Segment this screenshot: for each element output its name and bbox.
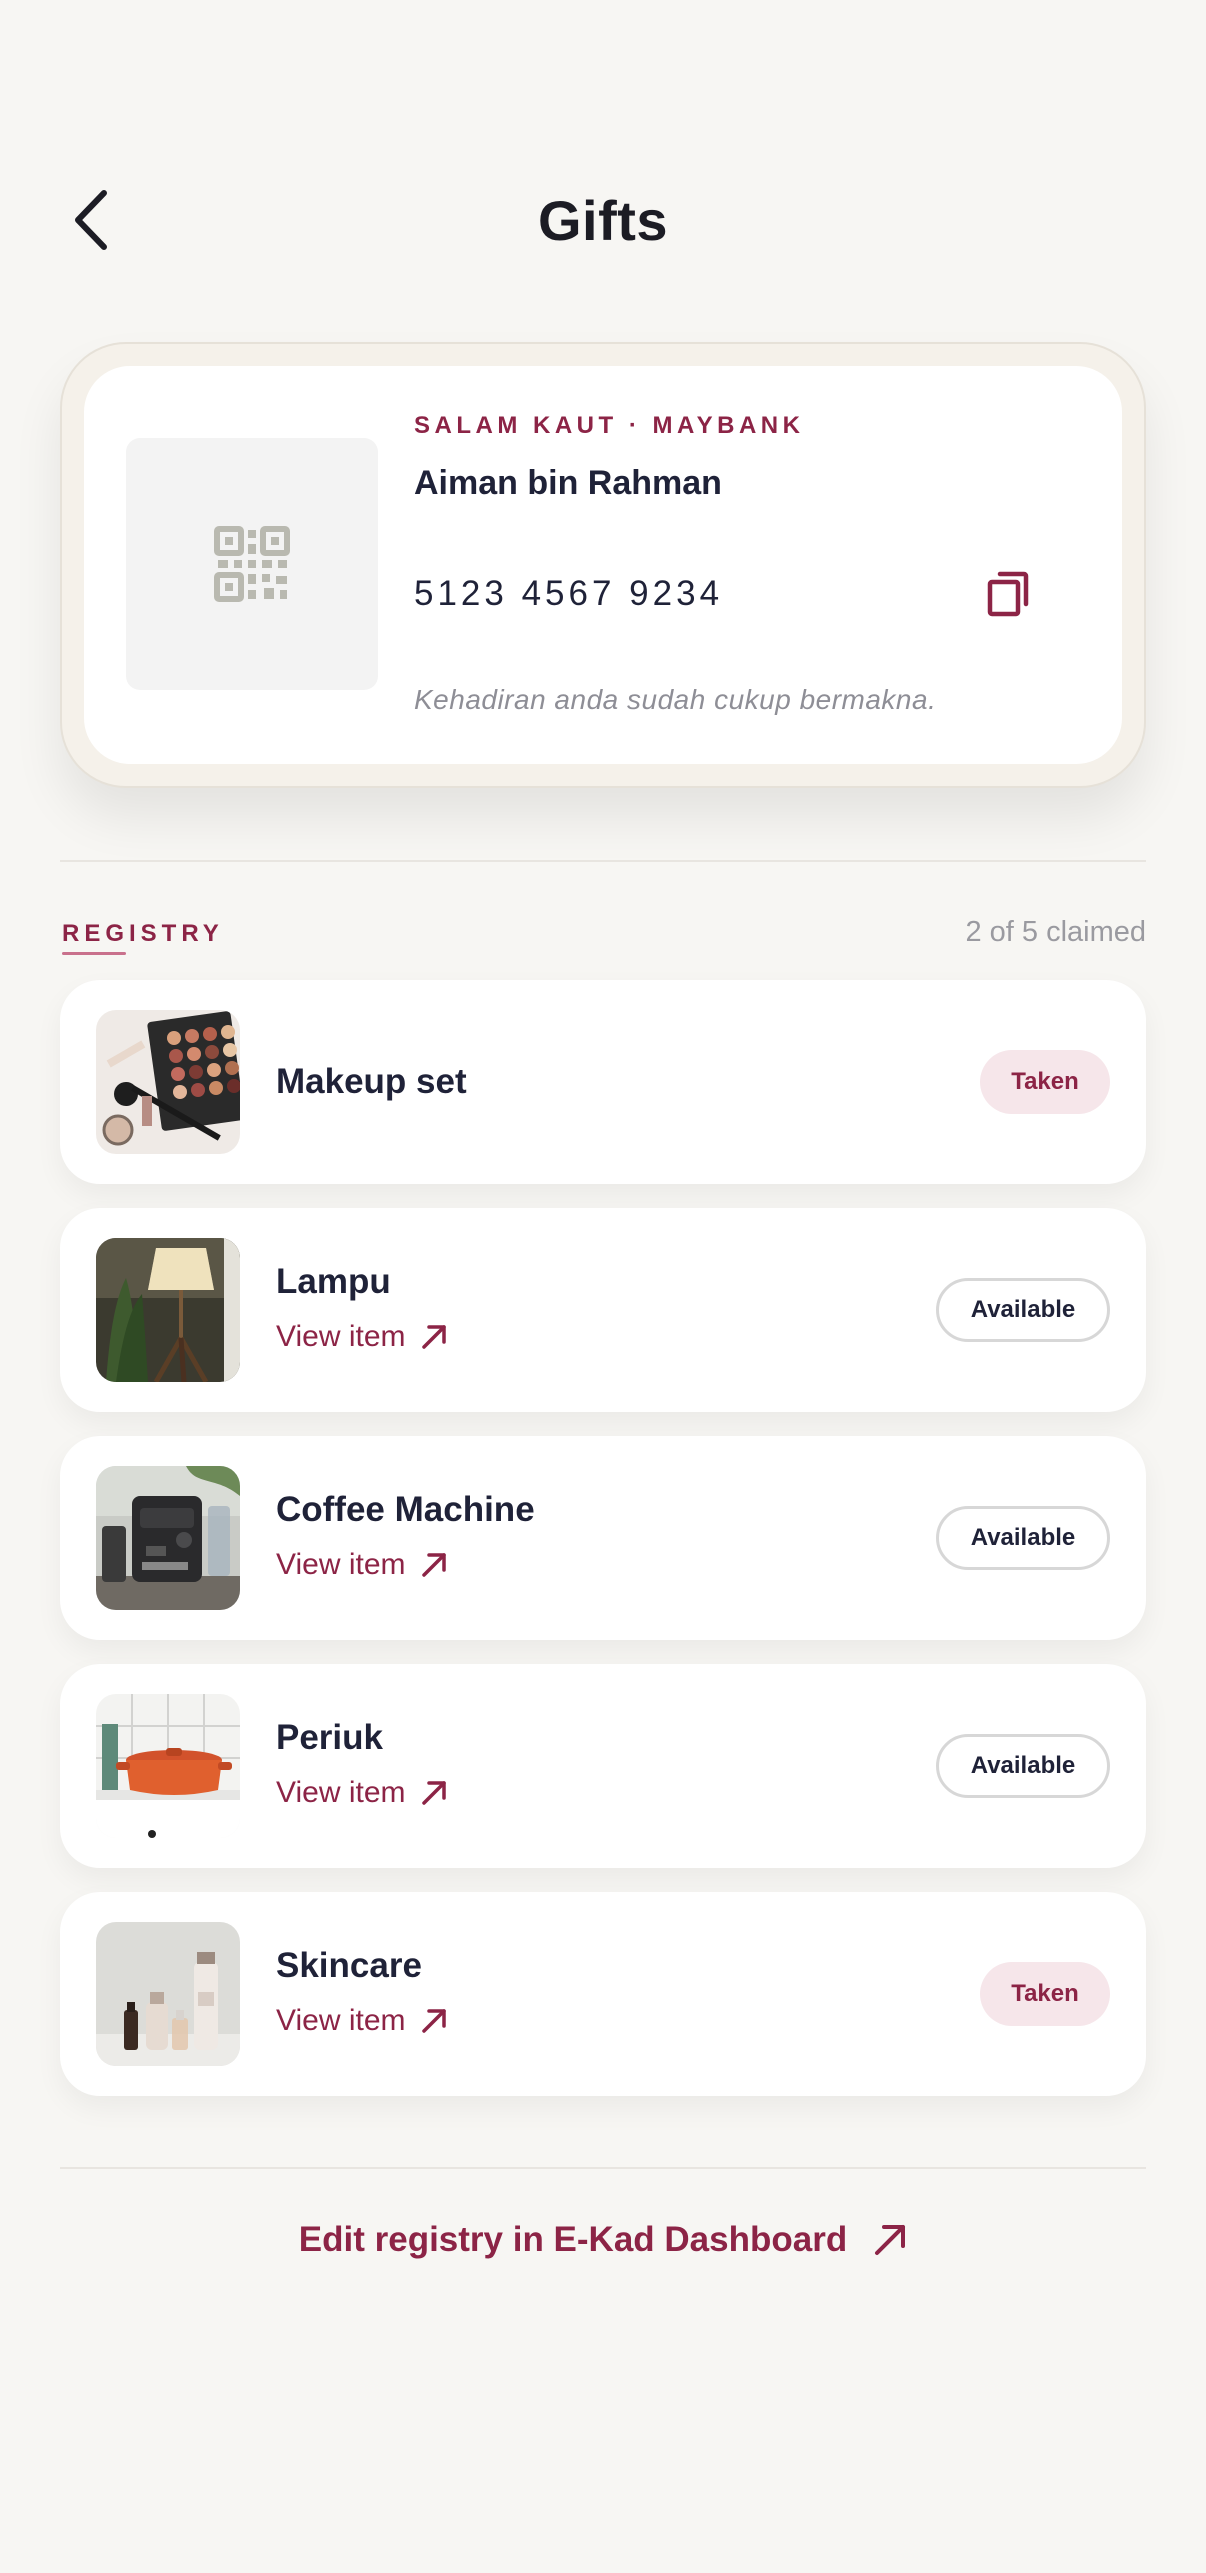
status-badge[interactable]: Available: [936, 1734, 1110, 1798]
item-name: Coffee Machine: [276, 1490, 535, 1529]
arrow-up-right-icon: [421, 1553, 446, 1577]
gifts-page: Gifts SALAM KAUT · MAYBANK Aiman bin Rah…: [0, 0, 1206, 2573]
registry-item[interactable]: Skincare View item Taken: [60, 1892, 1146, 2096]
edit-registry-label: Edit registry in E-Kad Dashboard: [298, 2220, 848, 2259]
item-name: Skincare: [276, 1946, 422, 1985]
account-number: 5123 4567 9234: [414, 574, 724, 613]
registry-item[interactable]: Coffee Machine View item Available: [60, 1436, 1146, 1640]
item-thumbnail-pot: [96, 1694, 240, 1838]
status-badge[interactable]: Available: [936, 1278, 1110, 1342]
bank-card: SALAM KAUT · MAYBANK Aiman bin Rahman 51…: [60, 342, 1146, 788]
account-holder-name: Aiman bin Rahman: [414, 464, 722, 502]
item-name: Makeup set: [276, 1062, 467, 1101]
arrow-up-right-icon: [421, 1781, 446, 1805]
registry-item[interactable]: Lampu View item Available: [60, 1208, 1146, 1412]
card-note: Kehadiran anda sudah cukup bermakna.: [414, 684, 937, 715]
item-thumbnail-lamp: [96, 1238, 240, 1382]
copy-button[interactable]: [980, 566, 1036, 622]
item-thumbnail-skincare: [96, 1922, 240, 2066]
status-badge: Taken: [980, 1050, 1110, 1114]
registry-heading: REGISTRY: [62, 920, 224, 947]
divider: [60, 860, 1146, 862]
registry-item[interactable]: Periuk View item Available: [60, 1664, 1146, 1868]
header: Gifts: [0, 160, 1206, 280]
view-item-link[interactable]: View item: [276, 1776, 448, 1810]
view-item-link[interactable]: View item: [276, 1548, 448, 1582]
arrow-up-right-icon: [421, 2009, 446, 2033]
status-badge: Taken: [980, 1962, 1110, 2026]
copy-icon: [987, 571, 1029, 617]
item-name: Periuk: [276, 1718, 383, 1757]
registry-item[interactable]: Makeup set Taken: [60, 980, 1146, 1184]
bank-card-inner: SALAM KAUT · MAYBANK Aiman bin Rahman 51…: [84, 366, 1122, 764]
qr-code-placeholder[interactable]: [126, 438, 378, 690]
page-title: Gifts: [537, 189, 669, 252]
edit-registry-link[interactable]: Edit registry in E-Kad Dashboard: [0, 2220, 1206, 2260]
claimed-count: 2 of 5 claimed: [965, 916, 1146, 948]
view-item-label: View item: [276, 1548, 406, 1581]
bank-label: SALAM KAUT · MAYBANK: [414, 412, 805, 439]
arrow-up-right-icon: [875, 2225, 906, 2255]
item-thumbnail-makeup: [96, 1010, 240, 1154]
view-item-link[interactable]: View item: [276, 2004, 448, 2038]
view-item-label: View item: [276, 1776, 406, 1809]
arrow-up-right-icon: [421, 1325, 446, 1349]
item-name: Lampu: [276, 1262, 391, 1301]
item-thumbnail-coffee-machine: [96, 1466, 240, 1610]
registry-underline: [62, 952, 126, 955]
divider: [60, 2167, 1146, 2169]
view-item-label: View item: [276, 1320, 406, 1353]
view-item-label: View item: [276, 2004, 406, 2037]
status-badge[interactable]: Available: [936, 1506, 1110, 1570]
view-item-link[interactable]: View item: [276, 1320, 448, 1354]
qr-code-icon: [214, 526, 290, 602]
